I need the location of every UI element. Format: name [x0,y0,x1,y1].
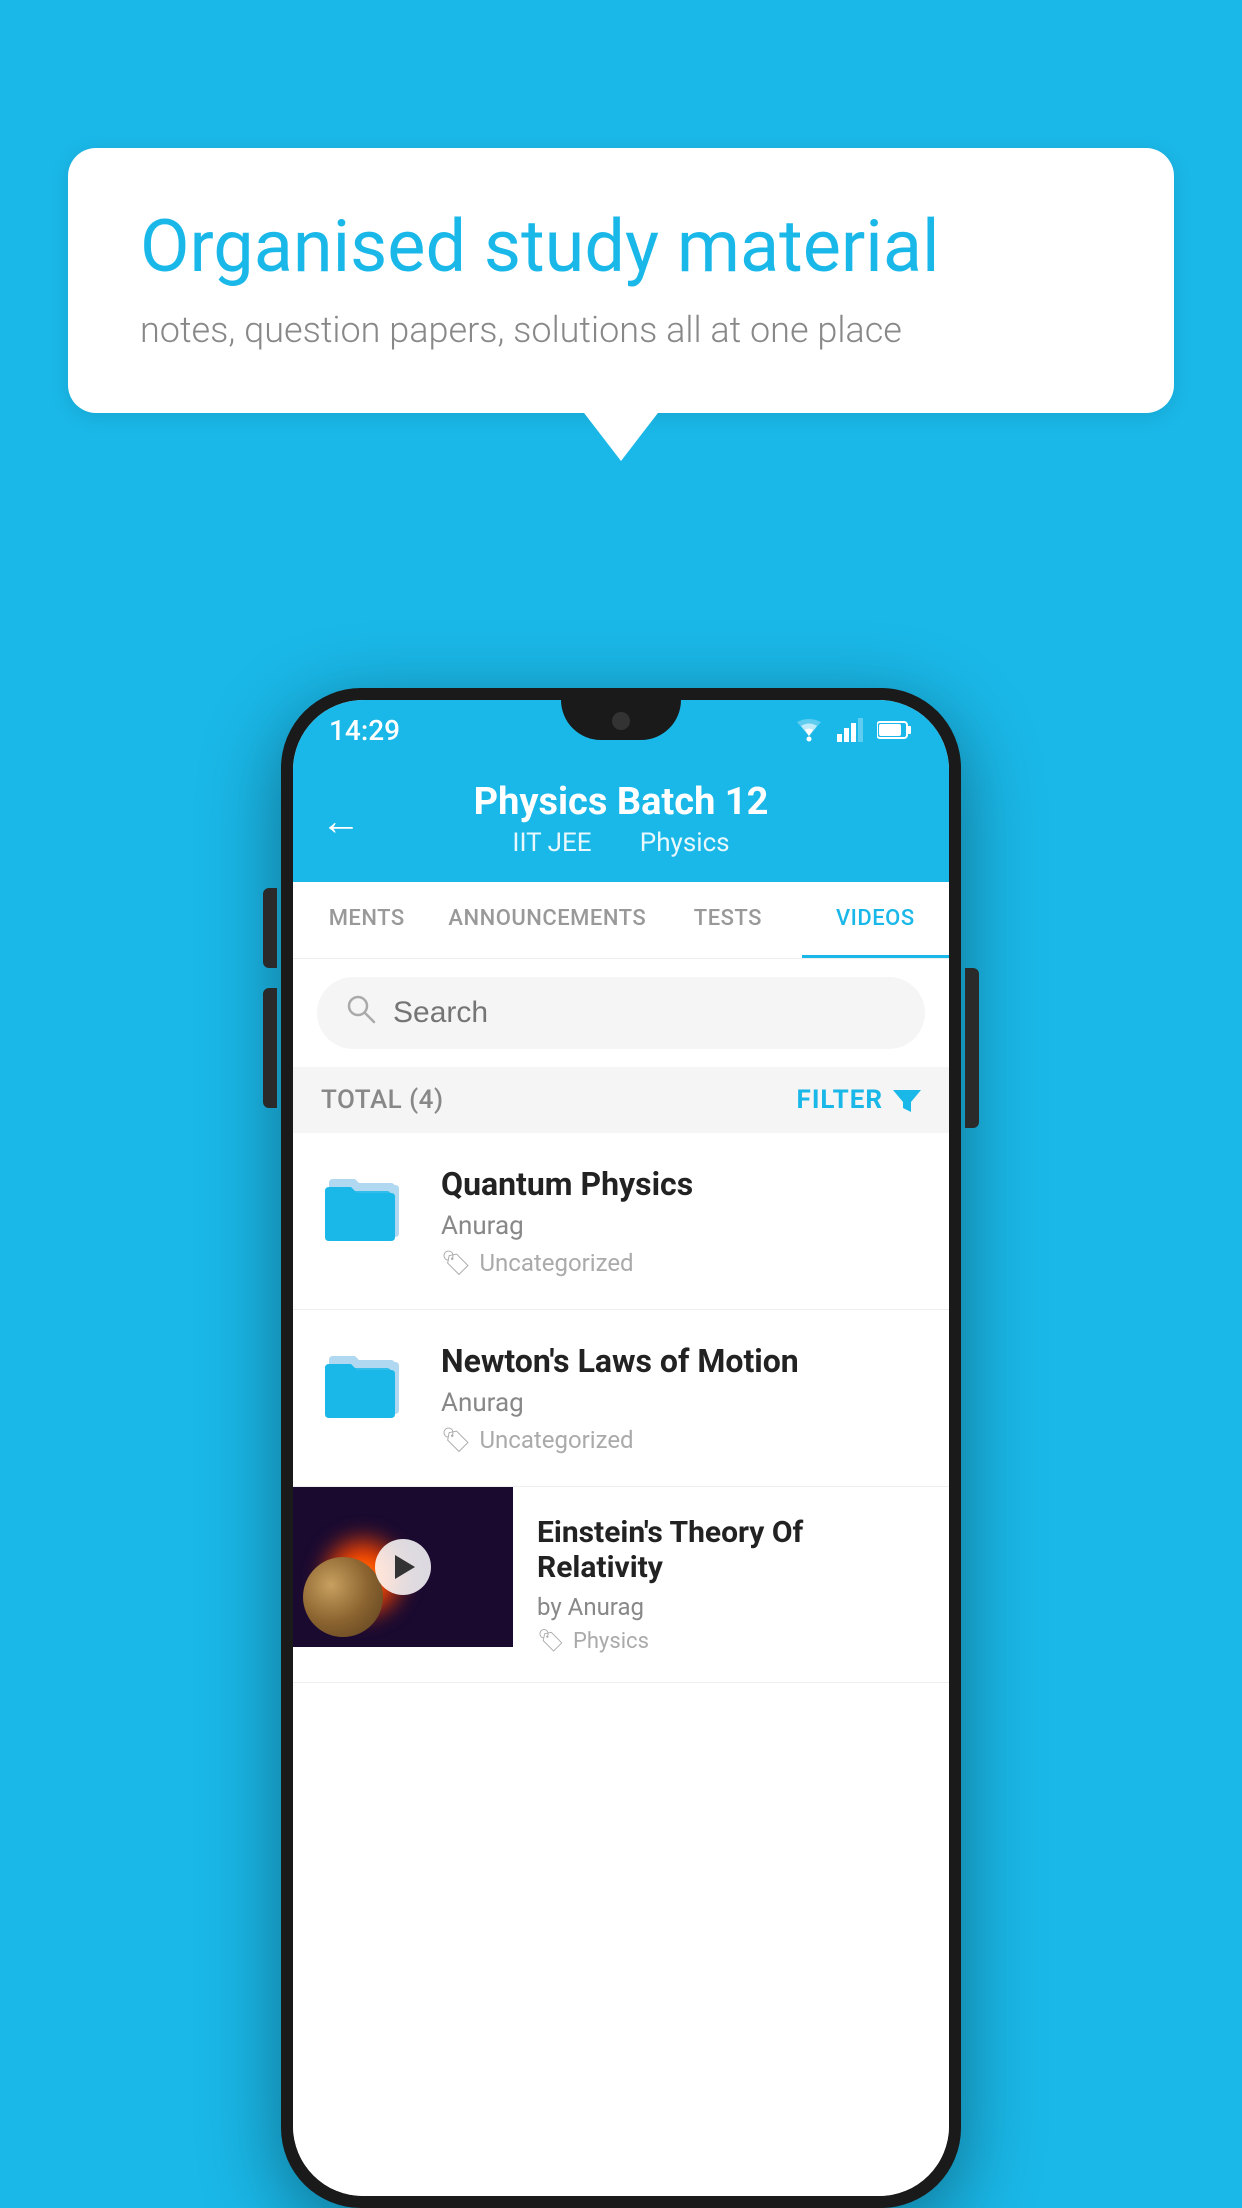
tag-icon: 🏷 [537,1629,565,1654]
status-bar: 14:29 [293,700,949,760]
speech-bubble: Organised study material notes, question… [68,148,1174,413]
camera [612,712,630,730]
filter-bar: TOTAL (4) FILTER [293,1067,949,1133]
item-tag: 🏷 Uncategorized [441,1249,921,1277]
video-list: Quantum Physics Anurag 🏷 Uncategorized [293,1133,949,2196]
item-info: Quantum Physics Anurag 🏷 Uncategorized [441,1165,921,1277]
tab-ments[interactable]: MENTS [293,882,440,958]
screen-content: ← Physics Batch 12 IIT JEE Physics MENTS… [293,760,949,2196]
wifi-icon [793,718,825,742]
speech-bubble-subtitle: notes, question papers, solutions all at… [140,309,1102,351]
tab-announcements[interactable]: ANNOUNCEMENTS [440,882,654,958]
item-info: Einstein's Theory Of Relativity by Anura… [513,1487,949,1682]
tabs-bar: MENTS ANNOUNCEMENTS TESTS VIDEOS [293,882,949,959]
header-title: Physics Batch 12 [325,780,917,824]
tab-videos[interactable]: VIDEOS [802,882,949,958]
phone-button-right [965,968,979,1128]
folder-icon [321,1165,409,1245]
list-item[interactable]: Quantum Physics Anurag 🏷 Uncategorized [293,1133,949,1310]
item-title: Einstein's Theory Of Relativity [537,1515,925,1585]
thumbnail-planet [303,1557,383,1637]
status-time: 14:29 [329,714,400,747]
search-container [293,959,949,1067]
folder-icon [321,1342,409,1422]
notch [561,700,681,740]
item-info: Newton's Laws of Motion Anurag 🏷 Uncateg… [441,1342,921,1454]
list-item[interactable]: Newton's Laws of Motion Anurag 🏷 Uncateg… [293,1310,949,1487]
list-item[interactable]: Einstein's Theory Of Relativity by Anura… [293,1487,949,1683]
app-header: ← Physics Batch 12 IIT JEE Physics [293,760,949,882]
phone-button-left1 [263,888,277,968]
item-tag: 🏷 Uncategorized [441,1426,921,1454]
search-icon [345,993,377,1033]
filter-button[interactable]: FILTER [797,1085,921,1115]
tag-icon: 🏷 [441,1249,471,1277]
phone-button-left2 [263,988,277,1108]
tab-tests[interactable]: TESTS [654,882,801,958]
status-icons [793,718,913,742]
total-count: TOTAL (4) [321,1085,444,1115]
filter-icon [893,1086,921,1114]
item-title: Newton's Laws of Motion [441,1342,921,1380]
item-tag: 🏷 Physics [537,1629,925,1654]
search-bar[interactable] [317,977,925,1049]
speech-bubble-container: Organised study material notes, question… [68,148,1174,413]
subtitle-part2: Physics [640,828,730,858]
phone-frame: 14:29 [281,688,961,2208]
signal-icon [837,718,865,742]
item-title: Quantum Physics [441,1165,921,1203]
item-author: Anurag [441,1388,921,1418]
tag-icon: 🏷 [441,1426,471,1454]
speech-bubble-title: Organised study material [140,206,1102,289]
item-author: Anurag [441,1211,921,1241]
battery-icon [877,720,913,740]
subtitle-part1: IIT JEE [512,828,591,858]
play-button[interactable] [375,1539,431,1595]
back-button[interactable]: ← [321,798,361,845]
phone-screen: 14:29 [293,700,949,2196]
video-thumbnail [293,1487,513,1647]
search-input[interactable] [393,996,897,1030]
item-author: by Anurag [537,1593,925,1621]
header-subtitle: IIT JEE Physics [325,828,917,858]
